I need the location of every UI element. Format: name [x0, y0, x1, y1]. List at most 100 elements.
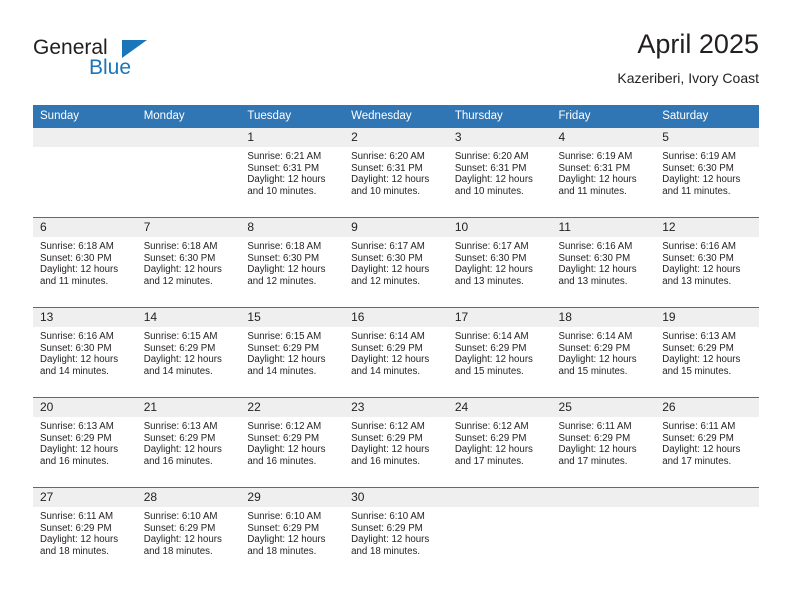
day-details [447, 507, 552, 511]
day-detail-line: Daylight: 12 hours [662, 444, 741, 456]
day-detail-line: and 13 minutes. [662, 275, 732, 287]
calendar-day-cell[interactable]: 11 Sunrise: 6:16 AM Sunset: 6:30 PM Dayligh… [551, 217, 656, 308]
weekday-header-tuesday: Tuesday [240, 105, 345, 128]
day-detail-line: Daylight: 12 hours [558, 354, 637, 366]
day-detail-line: Sunset: 6:29 PM [247, 522, 320, 534]
weekday-header-monday: Monday [136, 105, 241, 128]
day-details: Sunrise: 6:18 AM Sunset: 6:30 PM Daylight:… [136, 237, 241, 288]
calendar-day-cell[interactable]: 5 Sunrise: 6:19 AM Sunset: 6:30 PM Daylight… [655, 127, 759, 218]
calendar-day-cell-empty [136, 127, 241, 218]
calendar-week-row: 1 Sunrise: 6:21 AM Sunset: 6:31 PM Daylight… [33, 127, 759, 218]
calendar-day-cell[interactable]: 21 Sunrise: 6:13 AM Sunset: 6:29 PM Dayligh… [136, 397, 241, 488]
day-detail-line: Daylight: 12 hours [454, 354, 533, 366]
calendar-day-cell[interactable]: 10 Sunrise: 6:17 AM Sunset: 6:30 PM Dayligh… [447, 217, 552, 308]
calendar-day-cell[interactable]: 19 Sunrise: 6:13 AM Sunset: 6:29 PM Dayligh… [655, 307, 759, 398]
day-details [551, 507, 656, 511]
day-detail-line: and 12 minutes. [351, 275, 421, 287]
day-detail-line: Daylight: 12 hours [558, 174, 637, 186]
day-number: 13 [33, 308, 137, 327]
day-number: 28 [136, 488, 241, 507]
calendar-day-cell-empty [551, 487, 656, 578]
day-detail-line: Sunset: 6:29 PM [143, 522, 216, 534]
day-details [33, 147, 137, 151]
day-detail-line: Sunset: 6:31 PM [247, 162, 320, 174]
calendar-day-cell[interactable]: 16 Sunrise: 6:14 AM Sunset: 6:29 PM Dayligh… [344, 307, 448, 398]
calendar-day-cell[interactable]: 8 Sunrise: 6:18 AM Sunset: 6:30 PM Daylight… [240, 217, 345, 308]
day-detail-line: Sunset: 6:31 PM [558, 162, 631, 174]
calendar-week-row: 13 Sunrise: 6:16 AM Sunset: 6:30 PM Dayligh… [33, 307, 759, 398]
calendar-day-cell[interactable]: 30 Sunrise: 6:10 AM Sunset: 6:29 PM Dayligh… [344, 487, 448, 578]
day-detail-line: Daylight: 12 hours [351, 444, 430, 456]
calendar-day-cell[interactable]: 29 Sunrise: 6:10 AM Sunset: 6:29 PM Dayligh… [240, 487, 345, 578]
day-number: 12 [655, 218, 759, 237]
day-details: Sunrise: 6:11 AM Sunset: 6:29 PM Daylight:… [33, 507, 137, 558]
day-number: 16 [344, 308, 448, 327]
weekday-header-saturday: Saturday [655, 105, 759, 128]
day-detail-line: and 14 minutes. [143, 365, 213, 377]
calendar-day-cell[interactable]: 24 Sunrise: 6:12 AM Sunset: 6:29 PM Dayligh… [447, 397, 552, 488]
calendar-day-cell[interactable]: 9 Sunrise: 6:17 AM Sunset: 6:30 PM Daylight… [344, 217, 448, 308]
calendar-day-cell[interactable]: 15 Sunrise: 6:15 AM Sunset: 6:29 PM Dayligh… [240, 307, 345, 398]
day-detail-line: Daylight: 12 hours [143, 444, 222, 456]
calendar-day-cell[interactable]: 27 Sunrise: 6:11 AM Sunset: 6:29 PM Dayligh… [33, 487, 137, 578]
day-detail-line: Sunrise: 6:12 AM [247, 421, 322, 432]
calendar-day-cell[interactable]: 3 Sunrise: 6:20 AM Sunset: 6:31 PM Daylight… [447, 127, 552, 218]
page-title: April 2025 [637, 29, 759, 59]
day-detail-line: Sunset: 6:29 PM [454, 342, 527, 354]
weekday-header-sunday: Sunday [33, 105, 137, 128]
day-detail-line: Sunrise: 6:14 AM [351, 331, 425, 342]
day-details: Sunrise: 6:18 AM Sunset: 6:30 PM Daylight:… [33, 237, 137, 288]
day-detail-line: Sunset: 6:29 PM [558, 432, 631, 444]
generalblue-logo[interactable]: General Blue [33, 36, 233, 86]
day-details: Sunrise: 6:16 AM Sunset: 6:30 PM Daylight:… [33, 327, 137, 378]
day-detail-line: Sunset: 6:30 PM [143, 252, 216, 264]
calendar-day-cell[interactable]: 1 Sunrise: 6:21 AM Sunset: 6:31 PM Daylight… [240, 127, 345, 218]
day-detail-line: Sunrise: 6:20 AM [454, 151, 529, 162]
calendar-day-cell[interactable]: 26 Sunrise: 6:11 AM Sunset: 6:29 PM Dayligh… [655, 397, 759, 488]
day-detail-line: and 12 minutes. [143, 275, 213, 287]
day-detail-line: and 11 minutes. [40, 275, 109, 287]
calendar-table: Sunday Monday Tuesday Wednesday Thursday… [33, 105, 759, 578]
day-number: 19 [655, 308, 759, 327]
day-details: Sunrise: 6:16 AM Sunset: 6:30 PM Daylight:… [655, 237, 759, 288]
calendar-day-cell[interactable]: 18 Sunrise: 6:14 AM Sunset: 6:29 PM Dayligh… [551, 307, 656, 398]
calendar-day-cell-empty [655, 487, 759, 578]
day-detail-line: Sunrise: 6:14 AM [558, 331, 633, 342]
calendar-day-cell[interactable]: 20 Sunrise: 6:13 AM Sunset: 6:29 PM Dayligh… [33, 397, 137, 488]
calendar-day-cell[interactable]: 2 Sunrise: 6:20 AM Sunset: 6:31 PM Daylight… [344, 127, 448, 218]
calendar-day-cell[interactable]: 6 Sunrise: 6:18 AM Sunset: 6:30 PM Daylight… [33, 217, 137, 308]
calendar-day-cell[interactable]: 12 Sunrise: 6:16 AM Sunset: 6:30 PM Dayligh… [655, 217, 759, 308]
calendar-day-cell[interactable]: 14 Sunrise: 6:15 AM Sunset: 6:29 PM Dayligh… [136, 307, 241, 398]
day-detail-line: Daylight: 12 hours [454, 174, 533, 186]
day-detail-line: Sunrise: 6:11 AM [662, 421, 736, 432]
day-detail-line: and 10 minutes. [351, 185, 421, 197]
day-detail-line: Daylight: 12 hours [351, 534, 430, 546]
day-details: Sunrise: 6:10 AM Sunset: 6:29 PM Daylight:… [240, 507, 345, 558]
day-detail-line: and 17 minutes. [454, 455, 524, 467]
calendar-day-cell[interactable]: 28 Sunrise: 6:10 AM Sunset: 6:29 PM Dayligh… [136, 487, 241, 578]
calendar-day-cell[interactable]: 23 Sunrise: 6:12 AM Sunset: 6:29 PM Dayligh… [344, 397, 448, 488]
calendar-day-cell[interactable]: 7 Sunrise: 6:18 AM Sunset: 6:30 PM Daylight… [136, 217, 241, 308]
day-detail-line: Sunrise: 6:16 AM [558, 241, 633, 252]
day-detail-line: and 18 minutes. [143, 545, 213, 557]
day-number: 6 [33, 218, 137, 237]
calendar-day-cell[interactable]: 22 Sunrise: 6:12 AM Sunset: 6:29 PM Dayligh… [240, 397, 345, 488]
day-detail-line: Sunrise: 6:12 AM [351, 421, 425, 432]
calendar-day-cell[interactable]: 25 Sunrise: 6:11 AM Sunset: 6:29 PM Dayligh… [551, 397, 656, 488]
calendar-day-cell[interactable]: 4 Sunrise: 6:19 AM Sunset: 6:31 PM Daylight… [551, 127, 656, 218]
day-detail-line: Sunset: 6:30 PM [558, 252, 631, 264]
calendar-day-cell[interactable]: 17 Sunrise: 6:14 AM Sunset: 6:29 PM Dayligh… [447, 307, 552, 398]
calendar-body: 1 Sunrise: 6:21 AM Sunset: 6:31 PM Daylight… [33, 127, 759, 578]
day-number: 26 [655, 398, 759, 417]
day-detail-line: Sunset: 6:29 PM [351, 432, 423, 444]
day-detail-line: and 16 minutes. [40, 455, 109, 467]
day-detail-line: and 10 minutes. [247, 185, 317, 197]
day-detail-line: Sunrise: 6:16 AM [40, 331, 114, 342]
calendar-day-cell[interactable]: 13 Sunrise: 6:16 AM Sunset: 6:30 PM Dayligh… [33, 307, 137, 398]
day-detail-line: Daylight: 12 hours [40, 264, 119, 276]
day-number: 30 [344, 488, 448, 507]
day-number: 4 [551, 128, 656, 147]
day-detail-line: Sunrise: 6:14 AM [454, 331, 529, 342]
day-details: Sunrise: 6:12 AM Sunset: 6:29 PM Daylight:… [447, 417, 552, 468]
day-detail-line: Daylight: 12 hours [247, 444, 326, 456]
